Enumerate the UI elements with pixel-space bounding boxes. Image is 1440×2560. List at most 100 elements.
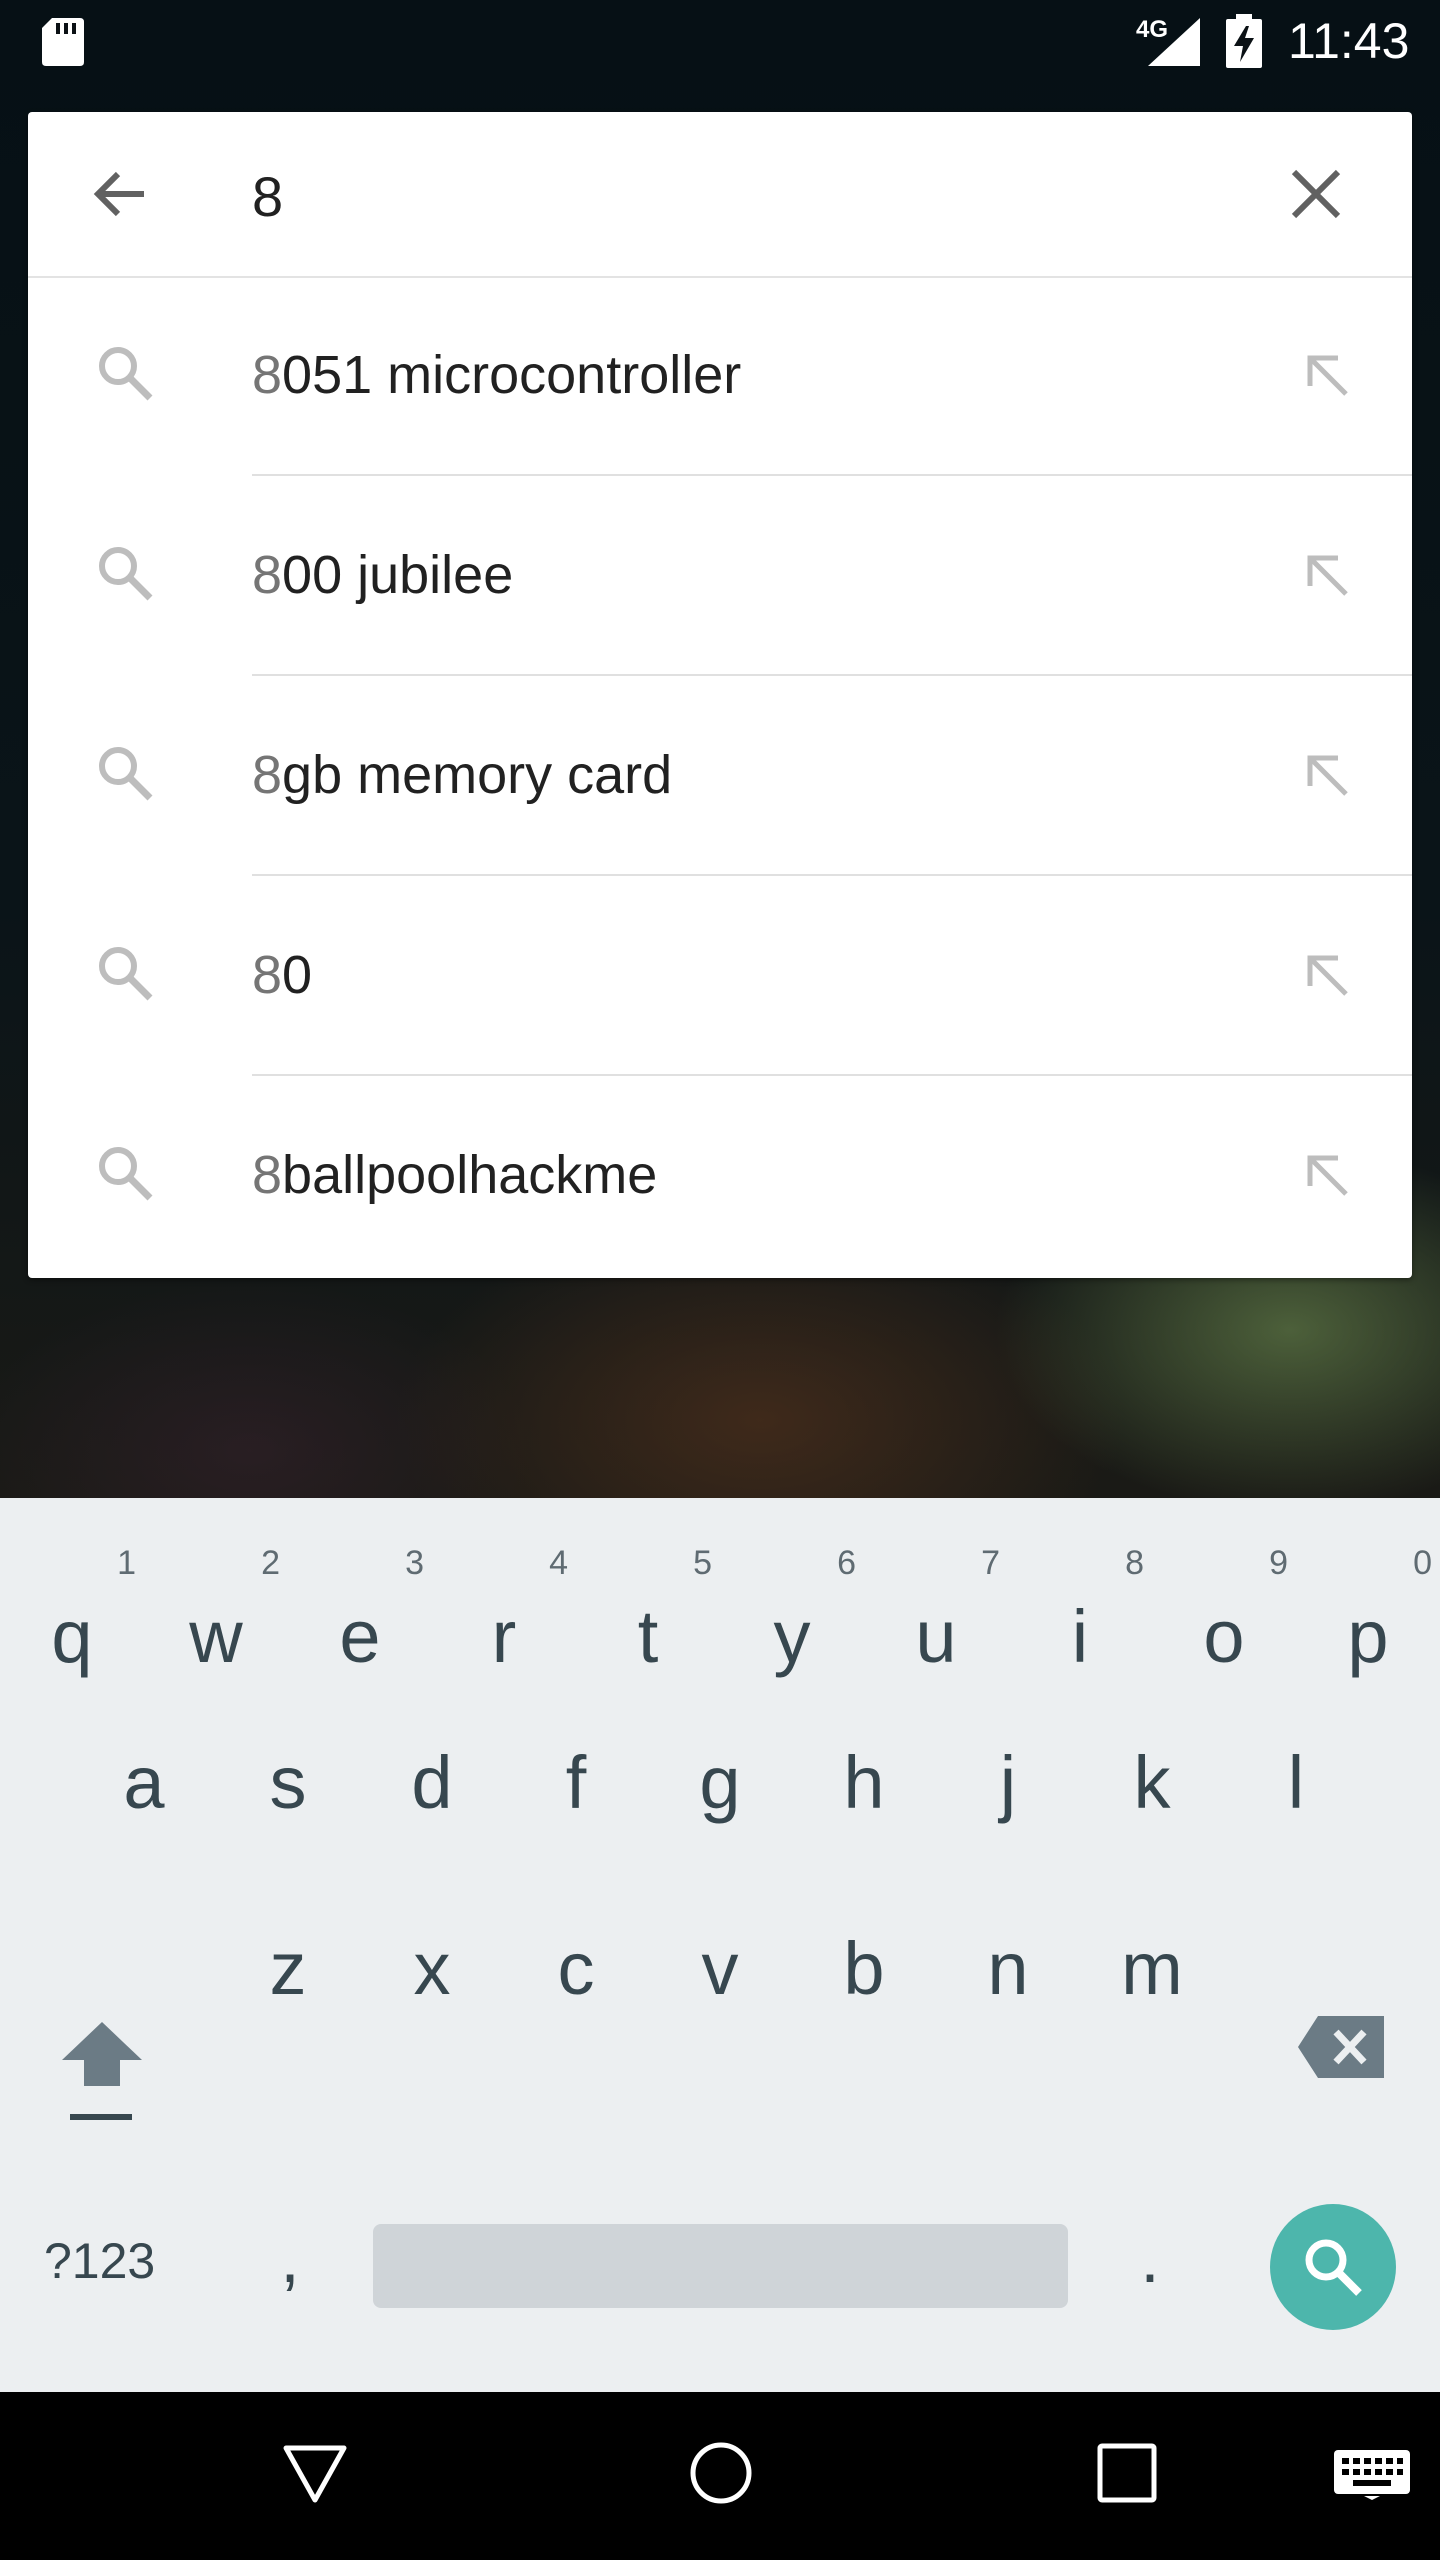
nav-back-icon[interactable] xyxy=(280,2438,350,2508)
key-l[interactable]: l xyxy=(1224,1706,1368,1836)
key-label: j xyxy=(999,1741,1017,1824)
key-p[interactable]: 0p xyxy=(1296,1544,1440,1678)
key-label: m xyxy=(1121,1927,1183,2010)
search-icon xyxy=(1305,2239,1362,2296)
key-t[interactable]: 5t xyxy=(576,1544,720,1678)
search-suggestions-card: 8 8051 microcontroller 800 jubilee 8gb mem… xyxy=(28,112,1412,1278)
shift-key-icon[interactable] xyxy=(52,2004,152,2124)
signal-icon xyxy=(1148,18,1200,66)
key-e[interactable]: 3e xyxy=(288,1544,432,1678)
key-label: k xyxy=(1133,1741,1171,1824)
arrow-up-left-icon[interactable] xyxy=(1290,938,1362,1010)
key-h[interactable]: h xyxy=(792,1706,936,1836)
key-hint: 6 xyxy=(837,1544,856,1582)
key-label: q xyxy=(51,1595,93,1678)
key-label: t xyxy=(637,1595,659,1678)
key-label: h xyxy=(843,1741,885,1824)
suggestion-item[interactable]: 800 jubilee xyxy=(28,476,1412,676)
period-key[interactable]: . xyxy=(1120,2218,1180,2298)
close-icon[interactable] xyxy=(1280,158,1352,230)
clock: 11:43 xyxy=(1288,13,1410,69)
key-label: s xyxy=(269,1741,307,1824)
soft-keyboard: 1q2w3e4r5t6y7u8i9o0p asdfghjkl zxcvbnm ?… xyxy=(0,1498,1440,2392)
search-input[interactable]: 8 xyxy=(252,164,283,229)
space-bar[interactable] xyxy=(373,2224,1068,2308)
key-z[interactable]: z xyxy=(216,1926,360,2056)
search-icon xyxy=(99,547,153,601)
sd-card-icon xyxy=(42,18,84,66)
search-icon xyxy=(99,947,153,1001)
key-i[interactable]: 8i xyxy=(1008,1544,1152,1678)
suggestion-text: 800 jubilee xyxy=(252,544,513,606)
key-k[interactable]: k xyxy=(1080,1706,1224,1836)
suggestion-item[interactable]: 80 xyxy=(28,876,1412,1076)
key-w[interactable]: 2w xyxy=(144,1544,288,1678)
key-o[interactable]: 9o xyxy=(1152,1544,1296,1678)
key-label: e xyxy=(339,1595,381,1678)
key-label: x xyxy=(413,1927,451,2010)
key-b[interactable]: b xyxy=(792,1926,936,2056)
arrow-up-left-icon[interactable] xyxy=(1290,338,1362,410)
suggestion-item[interactable]: 8gb memory card xyxy=(28,676,1412,876)
key-u[interactable]: 7u xyxy=(864,1544,1008,1678)
suggestion-item[interactable]: 8ballpoolhackme xyxy=(28,1076,1412,1276)
key-label: a xyxy=(123,1741,165,1824)
search-icon xyxy=(99,347,153,401)
arrow-back-icon[interactable] xyxy=(84,158,156,230)
search-icon xyxy=(99,1147,153,1201)
suggestion-completion: gb memory card xyxy=(282,745,673,805)
suggestion-completion: 0 xyxy=(282,945,313,1005)
arrow-up-left-icon[interactable] xyxy=(1290,738,1362,810)
backspace-icon[interactable] xyxy=(1296,2012,1388,2082)
key-j[interactable]: j xyxy=(936,1706,1080,1836)
key-c[interactable]: c xyxy=(504,1926,648,2056)
key-q[interactable]: 1q xyxy=(0,1544,144,1678)
key-d[interactable]: d xyxy=(360,1706,504,1836)
keyboard-icon[interactable] xyxy=(1334,2450,1410,2500)
key-m[interactable]: m xyxy=(1080,1926,1224,2056)
key-label: f xyxy=(565,1741,587,1824)
suggestion-text: 8051 microcontroller xyxy=(252,344,741,406)
suggestion-prefix: 8 xyxy=(252,1145,283,1205)
suggestion-completion: 051 microcontroller xyxy=(282,345,742,405)
key-label: i xyxy=(1071,1595,1089,1678)
suggestion-prefix: 8 xyxy=(252,745,283,805)
key-label: o xyxy=(1203,1595,1245,1678)
key-f[interactable]: f xyxy=(504,1706,648,1836)
key-label: w xyxy=(189,1595,243,1678)
key-hint: 8 xyxy=(1125,1544,1144,1582)
suggestion-prefix: 8 xyxy=(252,545,283,605)
suggestion-completion: 00 jubilee xyxy=(282,545,514,605)
search-action-button[interactable] xyxy=(1270,2204,1396,2330)
key-s[interactable]: s xyxy=(216,1706,360,1836)
suggestion-text: 80 xyxy=(252,944,312,1006)
nav-recents-icon[interactable] xyxy=(1092,2438,1162,2508)
key-label: p xyxy=(1347,1595,1389,1678)
nav-home-icon[interactable] xyxy=(686,2438,756,2508)
key-label: n xyxy=(987,1927,1029,2010)
key-label: r xyxy=(491,1595,517,1678)
symbols-key[interactable]: ?123 xyxy=(44,2232,155,2290)
key-g[interactable]: g xyxy=(648,1706,792,1836)
key-label: g xyxy=(699,1741,741,1824)
key-y[interactable]: 6y xyxy=(720,1544,864,1678)
suggestion-prefix: 8 xyxy=(252,945,283,1005)
key-n[interactable]: n xyxy=(936,1926,1080,2056)
comma-key[interactable]: , xyxy=(260,2218,320,2298)
key-a[interactable]: a xyxy=(72,1706,216,1836)
suggestion-completion: ballpoolhackme xyxy=(282,1145,658,1205)
key-x[interactable]: x xyxy=(360,1926,504,2056)
key-label: y xyxy=(773,1595,811,1678)
arrow-up-left-icon[interactable] xyxy=(1290,1138,1362,1210)
status-bar: 4G 11:43 xyxy=(0,0,1440,84)
key-hint: 0 xyxy=(1413,1544,1432,1582)
arrow-up-left-icon[interactable] xyxy=(1290,538,1362,610)
key-label: z xyxy=(269,1927,307,2010)
key-v[interactable]: v xyxy=(648,1926,792,2056)
key-label: b xyxy=(843,1927,885,2010)
key-hint: 1 xyxy=(117,1544,136,1582)
suggestion-item[interactable]: 8051 microcontroller xyxy=(28,276,1412,476)
key-r[interactable]: 4r xyxy=(432,1544,576,1678)
navigation-bar xyxy=(0,2392,1440,2560)
search-bar: 8 xyxy=(28,112,1412,278)
